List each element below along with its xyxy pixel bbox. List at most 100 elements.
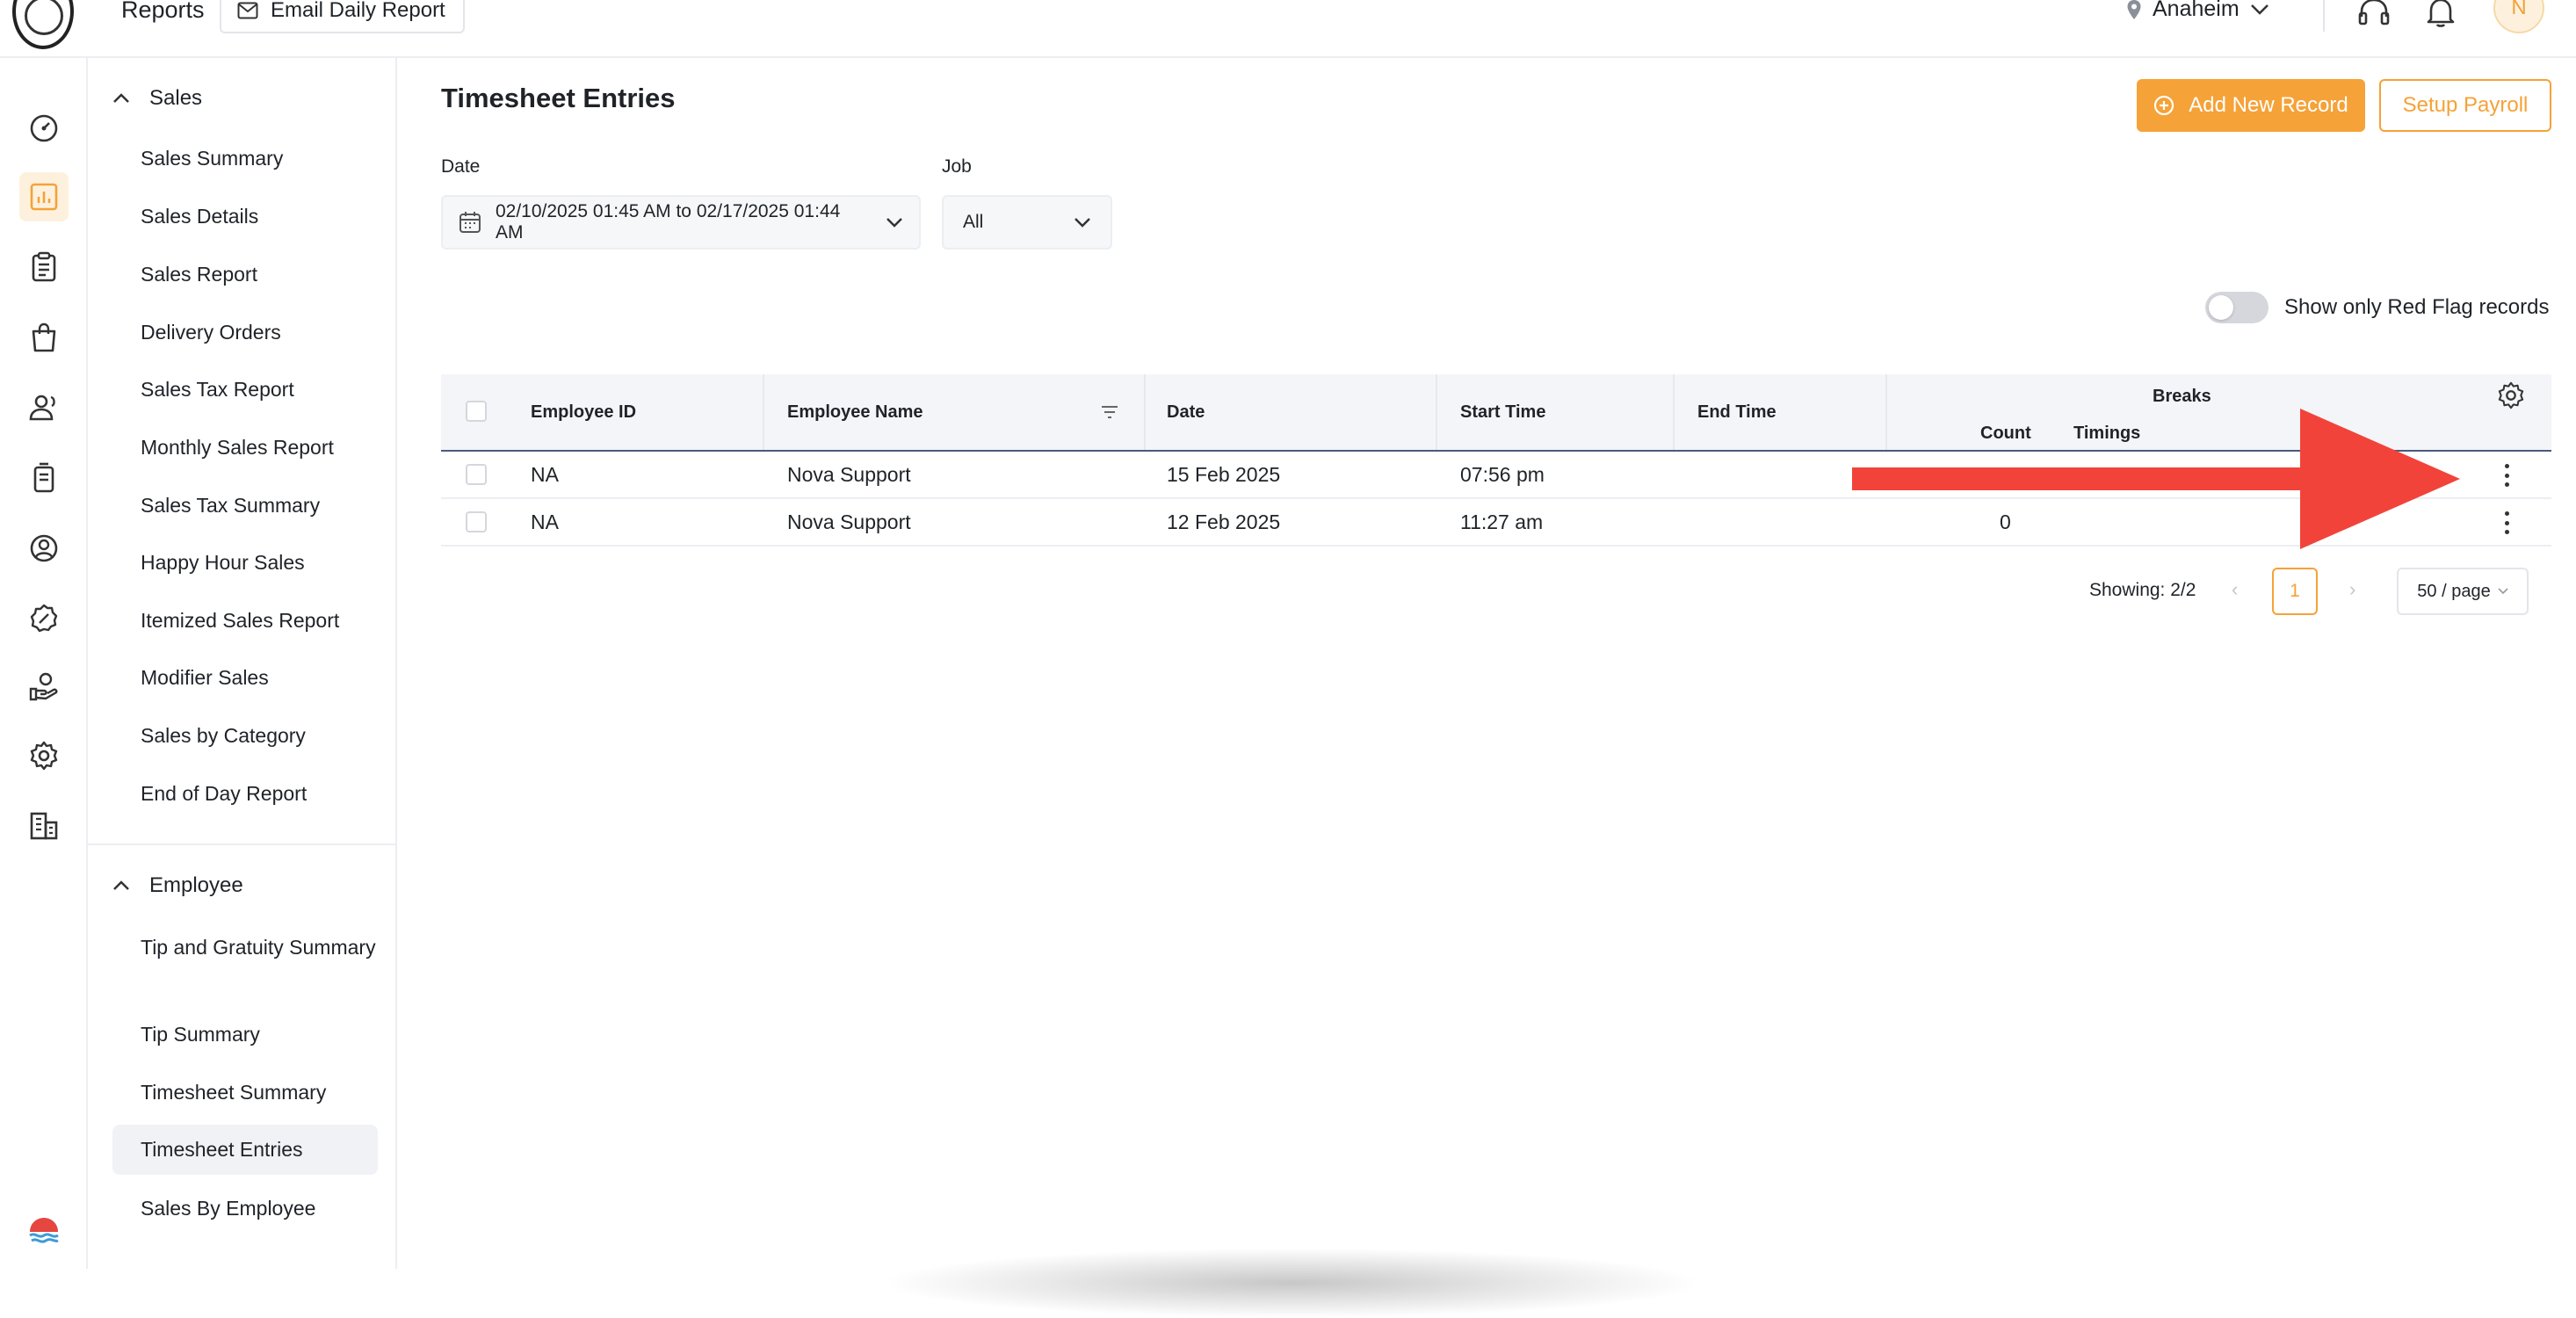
location-pin-icon <box>2127 0 2141 19</box>
page-size-value: 50 / page <box>2417 581 2491 601</box>
sidebar-item-itemized-sales-report[interactable]: Itemized Sales Report <box>141 606 378 635</box>
sidebar-item-tip-summary[interactable]: Tip Summary <box>141 1020 378 1049</box>
support-headset-icon[interactable] <box>2356 0 2391 30</box>
prev-page-icon[interactable]: ‹ <box>2232 578 2238 601</box>
email-daily-report-label: Email Daily Report <box>271 0 445 22</box>
table-header: Employee ID Employee Name Date Start Tim… <box>441 374 2551 452</box>
sales-section-toggle[interactable]: Sales <box>112 86 202 111</box>
chevron-down-icon <box>2250 4 2268 15</box>
row-checkbox[interactable] <box>466 464 487 485</box>
bottom-shadow <box>879 1248 1704 1318</box>
col-breaks: Breaks <box>2153 387 2211 406</box>
shopping-bag-icon[interactable] <box>19 313 69 362</box>
setup-payroll-button[interactable]: Setup Payroll <box>2379 79 2551 132</box>
job-filter-label: Job <box>942 156 972 177</box>
cell-start-time: 11:27 am <box>1460 511 1544 533</box>
sidebar-item-modifier-sales[interactable]: Modifier Sales <box>141 663 378 692</box>
plus-circle-icon <box>2154 95 2174 116</box>
page-size-select[interactable]: 50 / page <box>2397 568 2529 615</box>
cell-date: 12 Feb 2025 <box>1167 511 1281 533</box>
cell-employee-id: NA <box>531 463 559 486</box>
sidebar-item-timesheet-summary[interactable]: Timesheet Summary <box>141 1078 378 1107</box>
sidebar-divider <box>88 844 395 845</box>
row-checkbox[interactable] <box>466 511 487 532</box>
chevron-down-icon <box>1075 218 1090 228</box>
sidebar-item-sales-tax-summary[interactable]: Sales Tax Summary <box>141 491 378 520</box>
reports-icon[interactable] <box>19 172 69 221</box>
orders-clipboard-icon[interactable] <box>19 243 69 292</box>
col-end-time[interactable]: End Time <box>1697 402 1776 423</box>
red-flag-toggle[interactable] <box>2205 292 2268 323</box>
page-title: Reports <box>121 0 205 23</box>
chevron-down-icon <box>886 218 902 228</box>
users-icon[interactable] <box>19 383 69 432</box>
header-divider <box>2323 0 2325 32</box>
column-settings-gear-icon[interactable] <box>2497 381 2525 409</box>
table-row[interactable]: NA Nova Support 12 Feb 2025 11:27 am 0 <box>441 499 2551 547</box>
sidebar-item-sales-by-category[interactable]: Sales by Category <box>141 721 378 750</box>
date-range-value: 02/10/2025 01:45 AM to 02/17/2025 01:44 … <box>495 201 841 243</box>
red-flag-filter: Show only Red Flag records <box>2205 292 2549 323</box>
col-breaks-count[interactable]: Count <box>1980 424 2031 444</box>
sidebar-item-sales-report[interactable]: Sales Report <box>141 260 378 289</box>
sidebar-item-monthly-sales-report[interactable]: Monthly Sales Report <box>141 433 378 462</box>
col-breaks-timings[interactable]: Timings <box>2073 424 2140 444</box>
icon-rail <box>0 58 88 1269</box>
sidebar-item-timesheet-entries[interactable]: Timesheet Entries <box>112 1125 378 1175</box>
chevron-up-icon <box>113 880 129 890</box>
page-heading: Timesheet Entries <box>441 83 676 113</box>
col-date[interactable]: Date <box>1167 402 1205 423</box>
user-avatar[interactable]: N <box>2493 0 2544 33</box>
col-start-time[interactable]: Start Time <box>1460 402 1545 423</box>
cell-employee-name: Nova Support <box>787 511 911 533</box>
location-name: Anaheim <box>2153 0 2240 21</box>
dashboard-icon[interactable] <box>19 104 69 153</box>
next-page-icon[interactable]: › <box>2349 578 2355 601</box>
add-new-record-button[interactable]: Add New Record <box>2137 79 2365 132</box>
table-row[interactable]: NA Nova Support 15 Feb 2025 07:56 pm <box>441 452 2551 499</box>
sidebar-item-sales-details[interactable]: Sales Details <box>141 202 378 231</box>
employee-section-label: Employee <box>149 873 243 897</box>
sidebar-item-sales-by-employee[interactable]: Sales By Employee <box>141 1194 378 1223</box>
app-logo-icon[interactable] <box>26 1213 62 1248</box>
building-icon[interactable] <box>19 801 69 851</box>
cell-start-time: 07:56 pm <box>1460 463 1545 486</box>
sales-section-label: Sales <box>149 86 203 110</box>
date-range-picker[interactable]: 02/10/2025 01:45 AM to 02/17/2025 01:44 … <box>441 195 921 250</box>
select-all-checkbox[interactable] <box>466 401 487 422</box>
top-bar: Reports Email Daily Report Anaheim N <box>0 0 2576 58</box>
cell-employee-name: Nova Support <box>787 463 911 486</box>
row-actions-menu-icon[interactable] <box>2502 511 2511 534</box>
notification-bell-icon[interactable] <box>2423 0 2458 30</box>
sidebar-item-happy-hour-sales[interactable]: Happy Hour Sales <box>141 548 378 577</box>
showing-count: Showing: 2/2 <box>2089 580 2196 600</box>
hand-coin-icon[interactable] <box>19 663 69 712</box>
row-actions-menu-icon[interactable] <box>2502 464 2511 487</box>
sidebar-item-sales-summary[interactable]: Sales Summary <box>141 144 378 173</box>
chevron-up-icon <box>113 93 129 103</box>
device-icon[interactable] <box>19 453 69 503</box>
sidebar-item-end-of-day-report[interactable]: End of Day Report <box>141 779 378 808</box>
column-filter-icon[interactable] <box>1100 404 1119 420</box>
page-number-button[interactable]: 1 <box>2272 568 2318 615</box>
discount-badge-icon[interactable] <box>19 594 69 643</box>
sidebar-item-tip-and-gratuity-summary[interactable]: Tip and Gratuity Summary <box>141 933 378 962</box>
calendar-icon <box>459 212 481 233</box>
mail-icon <box>237 2 258 19</box>
sidebar-item-delivery-orders[interactable]: Delivery Orders <box>141 318 378 347</box>
main-content: Timesheet Entries Add New Record Setup P… <box>397 58 2576 1269</box>
job-select[interactable]: All <box>942 195 1112 250</box>
employee-section-toggle[interactable]: Employee <box>112 873 243 898</box>
sidebar-item-sales-tax-report[interactable]: Sales Tax Report <box>141 375 378 404</box>
col-employee-id[interactable]: Employee ID <box>531 402 636 423</box>
chevron-down-icon <box>2498 588 2508 595</box>
brand-logo[interactable] <box>12 0 74 49</box>
email-daily-report-button[interactable]: Email Daily Report <box>220 0 465 33</box>
date-filter-label: Date <box>441 156 481 177</box>
add-new-record-label: Add New Record <box>2189 93 2348 117</box>
settings-gear-icon[interactable] <box>19 731 69 780</box>
location-selector[interactable]: Anaheim <box>2126 0 2269 22</box>
col-employee-name[interactable]: Employee Name <box>787 402 923 423</box>
reports-sidebar: Sales Sales Summary Sales Details Sales … <box>88 58 397 1269</box>
customer-profile-icon[interactable] <box>19 524 69 573</box>
